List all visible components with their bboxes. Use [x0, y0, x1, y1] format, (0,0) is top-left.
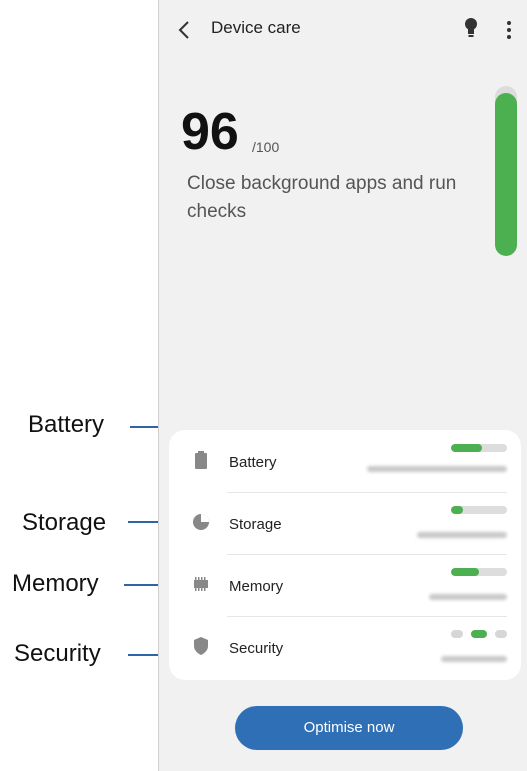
- storage-detail-blurred: [417, 532, 507, 538]
- memory-detail-blurred: [429, 594, 507, 600]
- tips-button[interactable]: [463, 17, 483, 43]
- memory-chip-icon: [194, 577, 208, 591]
- status-message: Close background apps and run checks: [187, 173, 457, 222]
- page-title: Device care: [211, 18, 301, 37]
- memory-row[interactable]: Memory: [169, 554, 521, 616]
- security-detail-blurred: [441, 656, 507, 662]
- callout-security: Security: [14, 640, 101, 667]
- security-status-indicator: [451, 628, 507, 640]
- battery-icon: [195, 451, 207, 469]
- storage-usage-fill: [451, 506, 464, 514]
- callout-memory: Memory: [12, 570, 99, 597]
- chevron-left-icon: [178, 21, 189, 39]
- divider: [227, 616, 507, 617]
- memory-usage-bar: [451, 568, 507, 576]
- battery-row[interactable]: Battery: [169, 430, 521, 492]
- storage-label: Storage: [229, 516, 282, 533]
- status-card: Battery Storage Memory Security: [169, 430, 521, 680]
- status-dot-active: [471, 630, 487, 638]
- storage-pie-icon: [193, 514, 209, 530]
- device-care-screen: Device care 96 /100 Close background app…: [158, 0, 527, 771]
- memory-label: Memory: [229, 578, 284, 595]
- status-dot: [495, 630, 507, 638]
- security-label: Security: [229, 640, 284, 657]
- memory-usage-fill: [451, 568, 479, 576]
- status-dot: [451, 630, 463, 638]
- security-row[interactable]: Security: [169, 616, 521, 678]
- callout-battery: Battery: [28, 411, 105, 438]
- more-options-button[interactable]: [502, 18, 516, 42]
- divider: [227, 492, 507, 493]
- battery-usage-bar: [451, 444, 507, 452]
- battery-detail-blurred: [367, 466, 507, 472]
- more-vert-icon: [502, 21, 516, 39]
- shield-icon: [194, 637, 208, 655]
- battery-usage-fill: [451, 444, 482, 452]
- battery-label: Battery: [229, 454, 277, 471]
- divider: [227, 554, 507, 555]
- callout-storage: Storage: [22, 509, 107, 536]
- back-button[interactable]: [177, 14, 203, 44]
- score-value: 96: [181, 103, 239, 161]
- score-gauge: [495, 86, 517, 256]
- optimise-now-button[interactable]: Optimise now: [235, 706, 463, 750]
- storage-row[interactable]: Storage: [169, 492, 521, 554]
- storage-usage-bar: [451, 506, 507, 514]
- score-gauge-fill: [495, 92, 517, 256]
- lightbulb-icon: [465, 18, 477, 37]
- top-app-bar: Device care: [159, 0, 527, 60]
- score-max: /100: [252, 139, 280, 155]
